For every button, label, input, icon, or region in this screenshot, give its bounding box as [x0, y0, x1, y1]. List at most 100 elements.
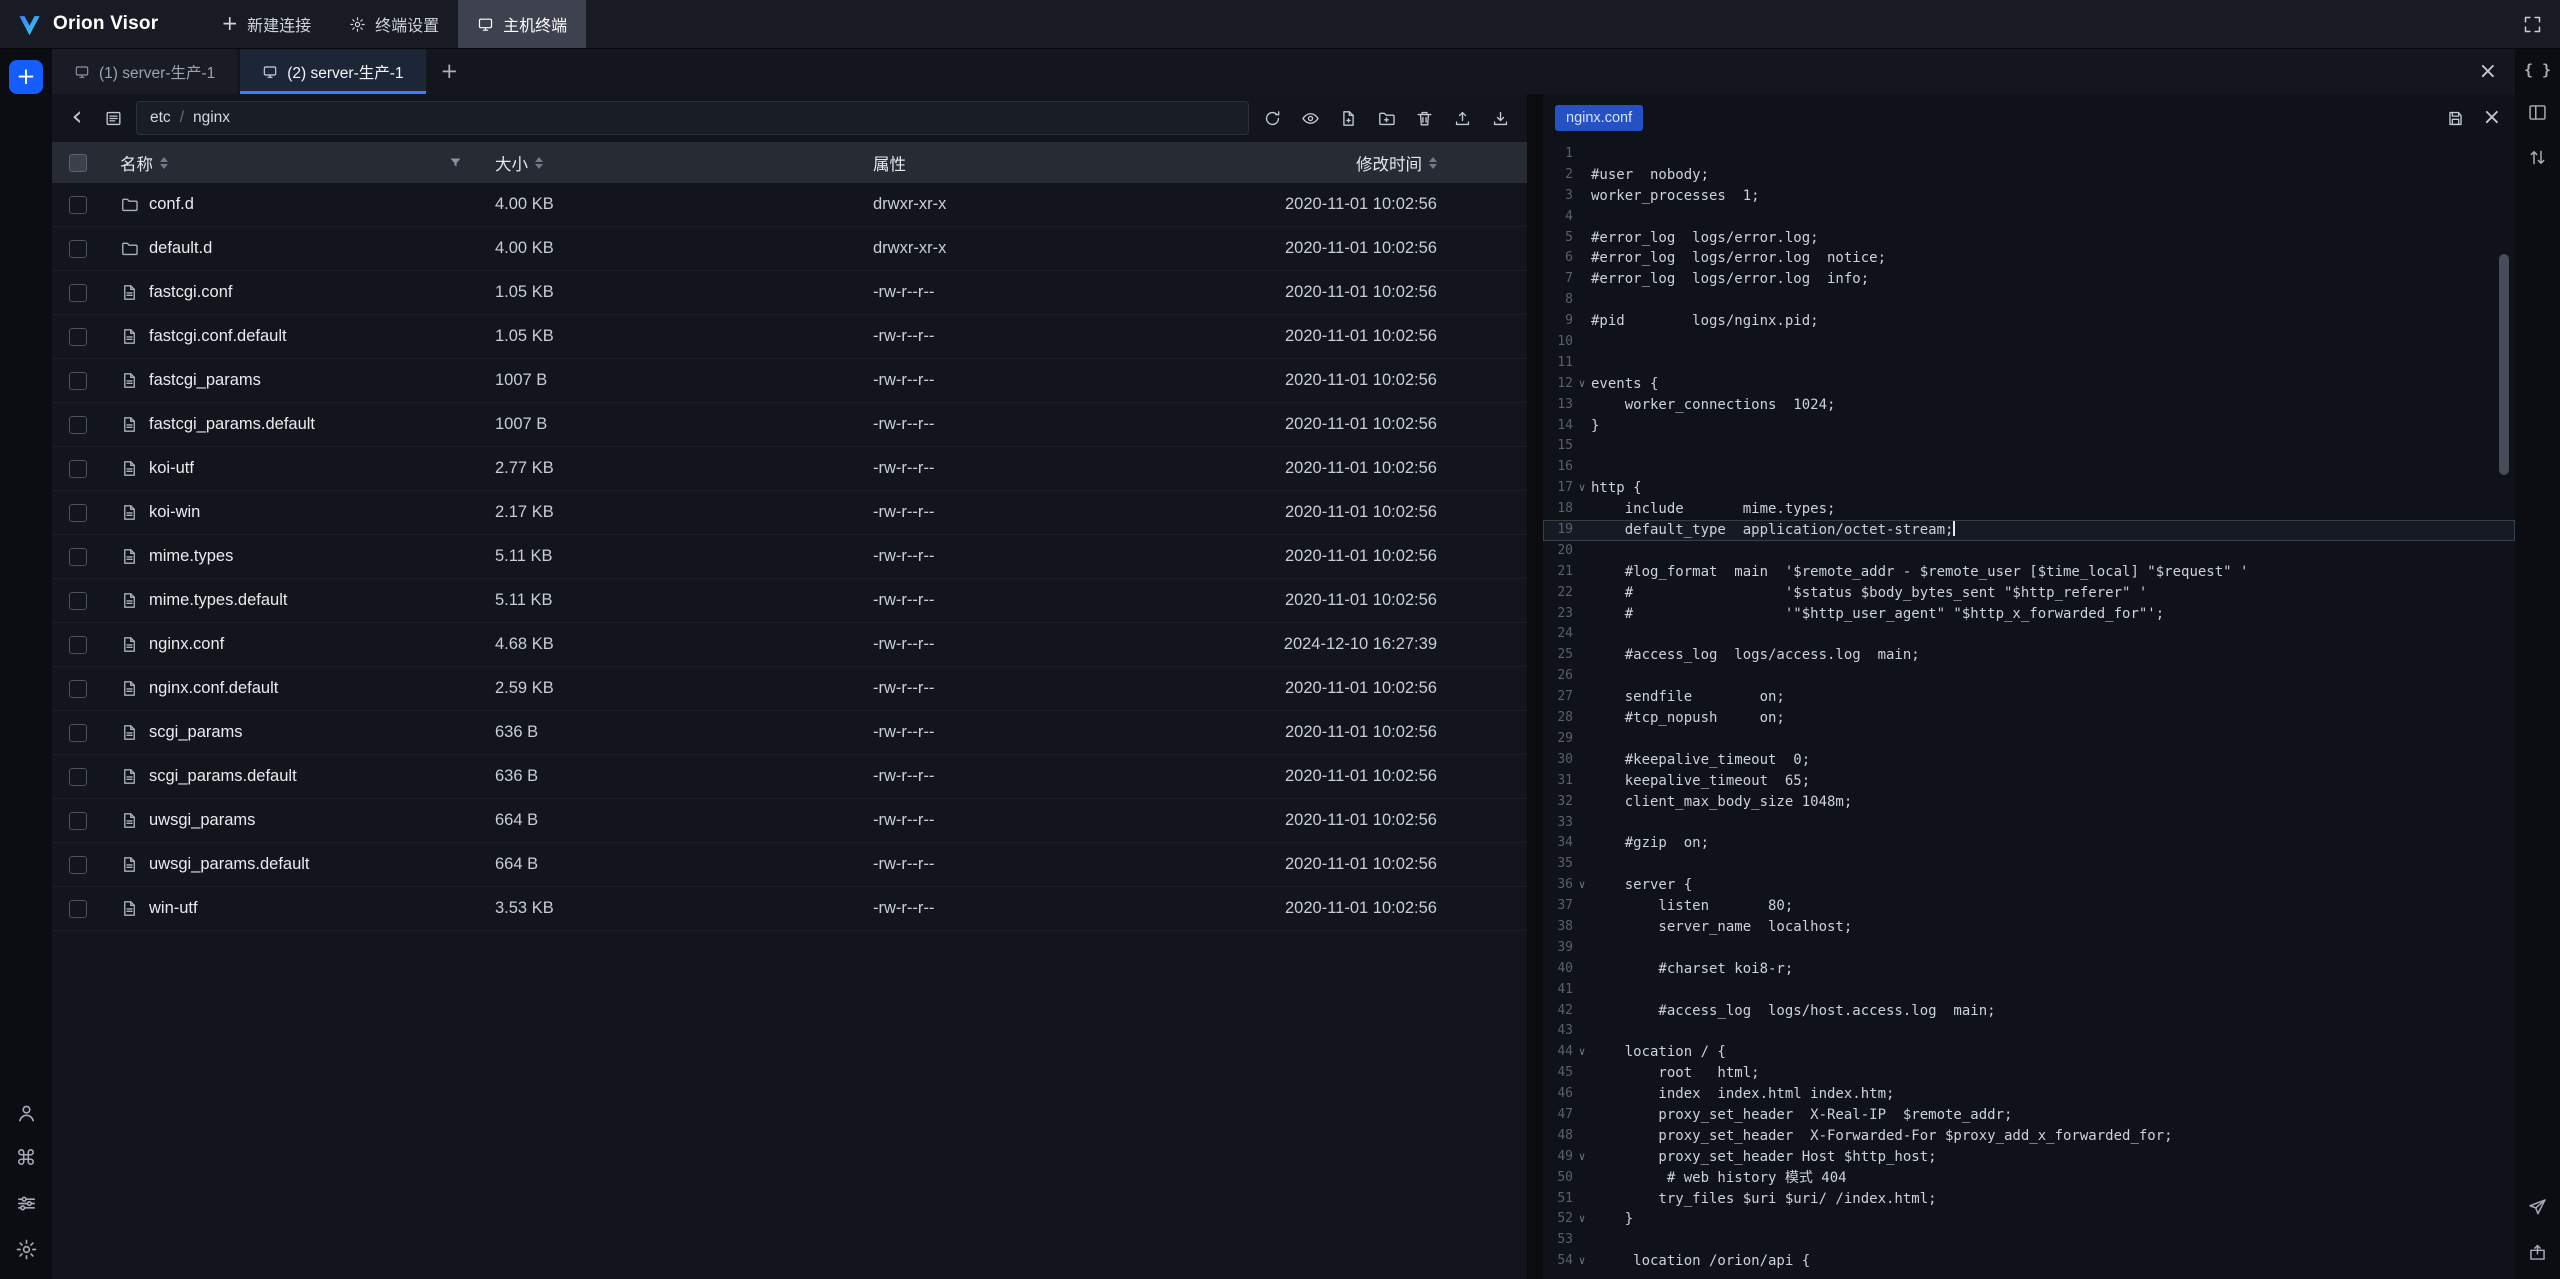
editor-line[interactable]: 3 worker_processes 1; [1543, 186, 2515, 207]
keyboard-shortcuts-icon[interactable]: ⌘ [16, 1148, 37, 1169]
editor-line[interactable]: 38 server_name localhost; [1543, 917, 2515, 938]
editor-line[interactable]: 6 #error_log logs/error.log notice; [1543, 248, 2515, 269]
row-checkbox[interactable] [69, 548, 87, 566]
topbar-menu-item[interactable]: 终端设置 [330, 0, 458, 48]
row-checkbox[interactable] [69, 372, 87, 390]
file-row[interactable]: mime.types.default 5.11 KB -rw-r--r-- 20… [52, 579, 1527, 623]
file-row[interactable]: mime.types 5.11 KB -rw-r--r-- 2020-11-01… [52, 535, 1527, 579]
split-layout-icon[interactable] [2527, 102, 2548, 123]
editor-line[interactable]: 54 ∨ location /orion/api { [1543, 1251, 2515, 1272]
row-checkbox[interactable] [69, 592, 87, 610]
row-checkbox[interactable] [69, 856, 87, 874]
file-row[interactable]: fastcgi.conf 1.05 KB -rw-r--r-- 2020-11-… [52, 271, 1527, 315]
editor-line[interactable]: 29 [1543, 729, 2515, 750]
path-breadcrumb[interactable]: etc / nginx / [136, 101, 1249, 135]
file-row[interactable]: fastcgi_params.default 1007 B -rw-r--r--… [52, 403, 1527, 447]
fold-chevron-icon[interactable]: ∨ [1579, 377, 1586, 390]
code-braces-icon[interactable]: { } [2524, 63, 2551, 78]
editor-line[interactable]: 28 #tcp_nopush on; [1543, 708, 2515, 729]
filter-funnel-icon[interactable] [448, 155, 463, 170]
editor-line[interactable]: 35 [1543, 854, 2515, 875]
editor-line[interactable]: 2 #user nobody; [1543, 165, 2515, 186]
column-mtime-label[interactable]: 修改时间 [1356, 151, 1422, 175]
row-checkbox[interactable] [69, 724, 87, 742]
editor-line[interactable]: 40 #charset koi8-r; [1543, 959, 2515, 980]
delete-trash-icon[interactable] [1409, 103, 1439, 133]
row-checkbox[interactable] [69, 460, 87, 478]
editor-line[interactable]: 32 client_max_body_size 1048m; [1543, 792, 2515, 813]
column-size-label[interactable]: 大小 [495, 151, 528, 175]
settings-gear-icon[interactable] [15, 1238, 38, 1261]
editor-line[interactable]: 51 try_files $uri $uri/ /index.html; [1543, 1189, 2515, 1210]
editor-line[interactable]: 44 ∨ location / { [1543, 1042, 2515, 1063]
editor-line[interactable]: 8 [1543, 290, 2515, 311]
editor-line[interactable]: 20 [1543, 541, 2515, 562]
upload-icon[interactable] [1447, 103, 1477, 133]
editor-line[interactable]: 25 #access_log logs/access.log main; [1543, 645, 2515, 666]
editor-line[interactable]: 48 proxy_set_header X-Forwarded-For $pro… [1543, 1126, 2515, 1147]
brand[interactable]: Orion Visor [0, 0, 176, 48]
fullscreen-icon[interactable] [2522, 14, 2543, 35]
fold-chevron-icon[interactable]: ∨ [1579, 481, 1586, 494]
terminal-tab[interactable]: (2) server-生产-1 [240, 49, 425, 94]
editor-line[interactable]: 31 keepalive_timeout 65; [1543, 771, 2515, 792]
editor-line[interactable]: 52 ∨ } [1543, 1209, 2515, 1230]
editor-line[interactable]: 13 worker_connections 1024; [1543, 395, 2515, 416]
editor-line[interactable]: 22 # '$status $body_bytes_sent "$http_re… [1543, 583, 2515, 604]
editor-line[interactable]: 18 include mime.types; [1543, 499, 2515, 520]
fold-chevron-icon[interactable]: ∨ [1579, 1150, 1586, 1163]
row-checkbox[interactable] [69, 328, 87, 346]
file-row[interactable]: koi-win 2.17 KB -rw-r--r-- 2020-11-01 10… [52, 491, 1527, 535]
editor-line[interactable]: 36 ∨ server { [1543, 875, 2515, 896]
sort-name-icon[interactable] [160, 157, 168, 169]
file-row[interactable]: scgi_params 636 B -rw-r--r-- 2020-11-01 … [52, 711, 1527, 755]
refresh-icon[interactable] [1257, 103, 1287, 133]
file-row[interactable]: win-utf 3.53 KB -rw-r--r-- 2020-11-01 10… [52, 887, 1527, 931]
show-hidden-eye-icon[interactable] [1295, 103, 1325, 133]
editor-line[interactable]: 10 [1543, 332, 2515, 353]
upload-box-icon[interactable] [2527, 1242, 2548, 1263]
editor-line[interactable]: 17 ∨ http { [1543, 478, 2515, 499]
editor-line[interactable]: 45 root html; [1543, 1063, 2515, 1084]
file-row[interactable]: uwsgi_params.default 664 B -rw-r--r-- 20… [52, 843, 1527, 887]
editor-line[interactable]: 11 [1543, 353, 2515, 374]
row-checkbox[interactable] [69, 284, 87, 302]
editor-file-tab[interactable]: nginx.conf [1555, 105, 1643, 131]
close-panel-icon[interactable]: × [2479, 61, 2497, 83]
file-row[interactable]: nginx.conf 4.68 KB -rw-r--r-- 2024-12-10… [52, 623, 1527, 667]
row-checkbox[interactable] [69, 504, 87, 522]
editor-line[interactable]: 37 listen 80; [1543, 896, 2515, 917]
row-checkbox[interactable] [69, 680, 87, 698]
new-folder-icon[interactable] [1371, 103, 1401, 133]
editor-line[interactable]: 9 #pid logs/nginx.pid; [1543, 311, 2515, 332]
editor-line[interactable]: 24 [1543, 624, 2515, 645]
file-row[interactable]: nginx.conf.default 2.59 KB -rw-r--r-- 20… [52, 667, 1527, 711]
sort-order-icon[interactable] [2527, 147, 2548, 168]
download-icon[interactable] [1485, 103, 1515, 133]
terminal-tab[interactable]: (1) server-生产-1 [52, 49, 237, 94]
save-icon[interactable] [2441, 103, 2471, 133]
editor-line[interactable]: 33 [1543, 813, 2515, 834]
file-row[interactable]: default.d 4.00 KB drwxr-xr-x 2020-11-01 … [52, 227, 1527, 271]
editor-line[interactable]: 12 ∨ events { [1543, 374, 2515, 395]
back-button[interactable]: ‹ [64, 103, 90, 130]
editor-line[interactable]: 43 [1543, 1021, 2515, 1042]
editor-line[interactable]: 53 [1543, 1230, 2515, 1251]
fold-chevron-icon[interactable]: ∨ [1579, 1254, 1586, 1267]
editor-line[interactable]: 15 [1543, 436, 2515, 457]
select-all-checkbox[interactable] [69, 154, 87, 172]
topbar-menu-item[interactable]: + 新建连接 [202, 0, 330, 48]
editor-line[interactable]: 23 # '"$http_user_agent" "$http_x_forwar… [1543, 604, 2515, 625]
fold-chevron-icon[interactable]: ∨ [1579, 1212, 1586, 1225]
file-row[interactable]: conf.d 4.00 KB drwxr-xr-x 2020-11-01 10:… [52, 183, 1527, 227]
editor-line[interactable]: 34 #gzip on; [1543, 833, 2515, 854]
editor-line[interactable]: 5 #error_log logs/error.log; [1543, 228, 2515, 249]
send-command-icon[interactable] [2527, 1197, 2548, 1218]
topbar-menu-item[interactable]: 主机终端 [458, 0, 586, 48]
editor-line[interactable]: 19 default_type application/octet-stream… [1543, 520, 2515, 541]
sort-size-icon[interactable] [535, 157, 543, 169]
editor-line[interactable]: 42 #access_log logs/host.access.log main… [1543, 1001, 2515, 1022]
editor-line[interactable]: 41 [1543, 980, 2515, 1001]
editor-line[interactable]: 16 [1543, 457, 2515, 478]
breadcrumb-item[interactable]: etc [150, 109, 171, 127]
